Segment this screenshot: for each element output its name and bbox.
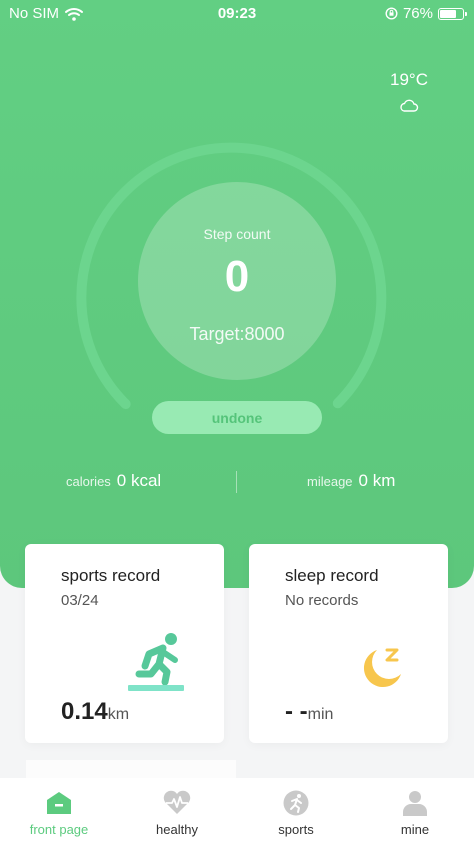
tab-mine[interactable]: mine: [356, 790, 474, 837]
tab-front-page-label: front page: [29, 822, 89, 837]
rotation-lock-icon: [385, 7, 398, 20]
sleep-record-title: sleep record: [285, 566, 379, 585]
sports-distance-value: 0.14: [61, 698, 108, 725]
bottom-tab-bar: front page healthy sports mine: [0, 778, 474, 842]
tab-mine-label: mine: [400, 822, 430, 837]
daily-stats: calories 0 kcal mileage 0 km: [0, 471, 474, 497]
status-bar: No SIM 09:23 76%: [0, 0, 474, 26]
person-icon: [403, 791, 427, 816]
tab-sports[interactable]: sports: [237, 790, 355, 837]
sports-distance: 0.14km: [61, 698, 129, 726]
step-counter[interactable]: Step count 0 Target:8000: [138, 182, 336, 380]
temperature: 19°C: [390, 70, 428, 89]
mileage-label: mileage: [307, 474, 353, 489]
tab-healthy[interactable]: healthy: [118, 790, 236, 837]
sleep-record-status: No records: [285, 592, 359, 609]
tab-sports-label: sports: [278, 822, 314, 837]
stats-divider: [236, 471, 237, 493]
running-icon: [128, 633, 184, 691]
heart-icon: [163, 790, 191, 814]
mileage-stat: mileage 0 km: [307, 471, 395, 491]
undone-button[interactable]: undone: [152, 401, 322, 434]
battery-icon: [438, 7, 467, 20]
step-target: Target:8000: [189, 324, 285, 344]
sports-record-date: 03/24: [61, 592, 99, 609]
sports-record-title: sports record: [61, 566, 161, 585]
sleep-duration-unit: min: [307, 706, 334, 723]
sports-record-card[interactable]: sports record 03/24 0.14km: [25, 544, 224, 743]
step-count-value: 0: [224, 252, 250, 301]
status-right: 76%: [385, 5, 467, 22]
calories-value: 0 kcal: [116, 471, 162, 490]
mileage-value: 0 km: [358, 471, 396, 490]
sleep-record-card[interactable]: sleep record No records - -min: [249, 544, 448, 743]
partial-card: [26, 760, 236, 780]
moon-icon: [363, 648, 401, 688]
battery-fill: [440, 9, 456, 18]
step-count-label: Step count: [203, 226, 271, 242]
home-icon: [47, 792, 71, 814]
sleep-duration: - -min: [285, 698, 333, 726]
tab-healthy-label: healthy: [156, 822, 198, 837]
weather-widget[interactable]: 19°C: [384, 70, 434, 112]
tab-front-page[interactable]: front page: [0, 790, 118, 837]
calories-label: calories: [66, 474, 111, 489]
cloud-icon: [400, 99, 419, 112]
sports-distance-unit: km: [107, 706, 130, 723]
battery-percent: 76%: [402, 5, 433, 22]
runner-icon: [283, 790, 309, 816]
calories-stat: calories 0 kcal: [66, 471, 161, 491]
sleep-duration-value: - -: [285, 698, 308, 725]
